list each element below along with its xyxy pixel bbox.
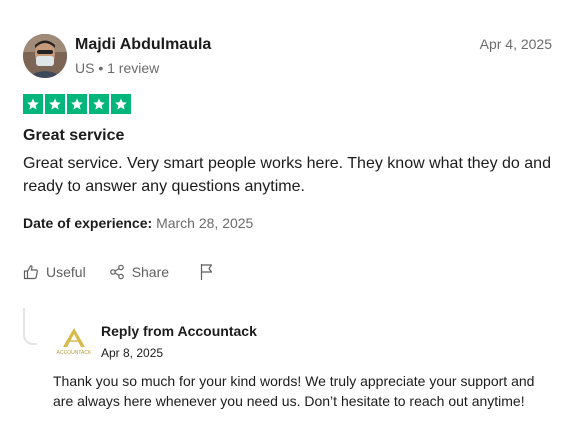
star-icon — [67, 94, 87, 114]
star-icon — [23, 94, 43, 114]
logo-text: ACCOUNTACK — [57, 350, 92, 356]
review-date: Apr 4, 2025 — [479, 36, 552, 52]
share-icon — [109, 264, 124, 280]
star-icon — [89, 94, 109, 114]
company-logo: ACCOUNTACK — [52, 326, 96, 356]
share-button[interactable]: Share — [109, 264, 169, 280]
star-icon — [45, 94, 65, 114]
useful-label: Useful — [46, 264, 86, 280]
reply-connector — [23, 308, 37, 345]
date-of-experience: Date of experience: March 28, 2025 — [23, 215, 253, 231]
experience-label: Date of experience: — [23, 215, 153, 231]
flag-icon — [200, 264, 213, 280]
reply-body: Thank you so much for your kind words! W… — [53, 373, 535, 409]
useful-button[interactable]: Useful — [23, 264, 86, 280]
reply-header: Reply from Accountack — [101, 323, 257, 339]
share-label: Share — [131, 264, 170, 280]
experience-date: March 28, 2025 — [156, 215, 254, 231]
accountack-logo-icon: ACCOUNTACK — [57, 328, 92, 356]
thumbs-up-icon — [23, 265, 38, 280]
reviewer-name[interactable]: Majdi Abdulmaula — [75, 36, 211, 54]
review-actions: Useful Share — [23, 263, 222, 281]
reviewer-meta: US • 1 review — [75, 60, 160, 76]
avatar[interactable] — [23, 34, 67, 78]
reply-date: Apr 8, 2025 — [101, 346, 164, 360]
avatar-photo — [23, 34, 67, 78]
star-icon — [111, 94, 131, 114]
review-body: Great service. Very smart people works h… — [23, 155, 551, 195]
review-title: Great service — [23, 127, 125, 144]
star-rating — [23, 94, 131, 114]
report-button[interactable] — [199, 263, 222, 281]
